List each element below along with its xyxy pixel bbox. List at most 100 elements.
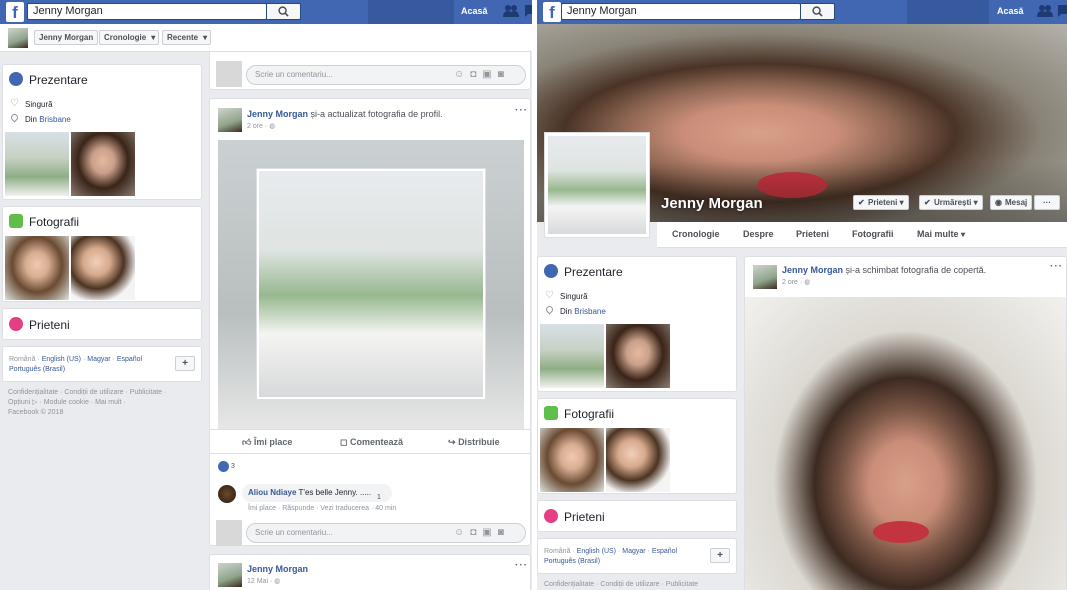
nav-profile-strip[interactable] xyxy=(368,0,454,24)
search-input[interactable]: Jenny Morgan xyxy=(27,3,267,20)
tab-friends[interactable]: Prieteni xyxy=(796,229,829,239)
add-language-button[interactable]: + xyxy=(710,548,730,563)
top-bar: f Jenny Morgan Acasă xyxy=(537,0,1067,24)
friends-icon xyxy=(9,317,23,331)
hometown-link[interactable]: Brisbane xyxy=(39,115,71,124)
add-language-button[interactable]: + xyxy=(175,356,195,371)
comment-button[interactable]: ◻ Comentează xyxy=(340,437,403,448)
post-options-icon[interactable]: ··· xyxy=(1050,261,1063,272)
profile-photo[interactable] xyxy=(256,168,486,400)
comment-actions[interactable]: Îmi place · Răspunde · Vezi traducerea ·… xyxy=(248,505,396,512)
hometown-link[interactable]: Brisbane xyxy=(574,307,606,316)
footer-links[interactable]: Confidențialitate · Condiții de utilizar… xyxy=(8,388,166,418)
post-timestamp[interactable]: 2 ore xyxy=(782,279,798,286)
follow-button[interactable]: ✔ Urmărești ▾ xyxy=(919,195,983,210)
more-options-button[interactable]: ··· xyxy=(1034,195,1060,210)
photo-thumb-2[interactable] xyxy=(606,428,670,492)
language-link-es[interactable]: Español xyxy=(652,548,677,555)
footer-links[interactable]: Confidențialitate · Condiții de utilizar… xyxy=(544,580,698,590)
profile-thumbnail[interactable] xyxy=(8,28,28,48)
language-link-hu[interactable]: Magyar xyxy=(622,548,645,555)
search-input[interactable]: Jenny Morgan xyxy=(561,3,801,20)
location-pin-icon xyxy=(9,112,20,123)
share-button[interactable]: ↪ Distribuie xyxy=(448,437,500,448)
post-time[interactable]: 12 Mai · ◍ xyxy=(247,577,280,585)
comment-like-count[interactable]: 1 xyxy=(377,494,381,501)
language-link-pt[interactable]: Português (Brasil) xyxy=(9,366,65,373)
friend-requests-icon[interactable] xyxy=(1037,4,1053,18)
share-icon: ↪ xyxy=(448,437,456,447)
post-author-avatar[interactable] xyxy=(218,108,242,132)
subnav-recent-button[interactable]: Recente ▾ xyxy=(162,30,212,45)
friends-card: Prieteni xyxy=(2,308,202,340)
post-time[interactable]: 2 ore · ◍ xyxy=(782,278,810,286)
messages-icon[interactable] xyxy=(1057,4,1067,18)
post-timestamp[interactable]: 12 Mai xyxy=(247,578,268,585)
like-button[interactable]: 👍︎ Îmi place xyxy=(242,437,292,448)
footer-line-1[interactable]: Confidențialitate · Condiții de utilizar… xyxy=(8,388,166,398)
facebook-logo-icon[interactable]: f xyxy=(543,2,561,22)
photos-title: Fotografii xyxy=(564,407,615,421)
language-link-en[interactable]: English (US) xyxy=(577,548,616,555)
relationship-status: Singură xyxy=(25,100,53,109)
globe-icon xyxy=(544,264,558,278)
intro-photo-2[interactable] xyxy=(71,132,135,196)
globe-icon xyxy=(9,72,23,86)
language-list: Română · English (US) · Magyar · Español… xyxy=(544,548,678,565)
nav-profile-strip[interactable] xyxy=(907,0,989,24)
photos-title: Fotografii xyxy=(29,215,80,229)
comment-tools-icons[interactable]: ☺◘▣◙ xyxy=(454,69,510,80)
right-screenshot: f Jenny Morgan Acasă Jenny Morgan ✔ Priet… xyxy=(537,0,1067,590)
comment-author-avatar[interactable] xyxy=(218,485,236,503)
facebook-logo-icon[interactable]: f xyxy=(6,2,24,22)
post-author-avatar[interactable] xyxy=(753,265,777,289)
tab-timeline[interactable]: Cronologie xyxy=(672,229,720,239)
search-button[interactable] xyxy=(801,3,835,20)
comment-author-name[interactable]: Aliou Ndiaye xyxy=(248,488,296,497)
language-link-en[interactable]: English (US) xyxy=(42,356,81,363)
language-link-es[interactable]: Español xyxy=(117,356,142,363)
message-button[interactable]: ◉ Mesaj xyxy=(990,195,1033,210)
nav-home-link[interactable]: Acasă xyxy=(461,6,488,16)
tab-more[interactable]: Mai multe ▾ xyxy=(917,229,965,239)
tab-about[interactable]: Despre xyxy=(743,229,774,239)
messages-icon[interactable] xyxy=(524,4,532,18)
left-screenshot: f Jenny Morgan Acasă Jenny Morgan Cronol… xyxy=(0,0,532,590)
tab-photos[interactable]: Fotografii xyxy=(852,229,894,239)
post-author-name[interactable]: Jenny Morgan xyxy=(247,564,308,574)
language-link-pt[interactable]: Português (Brasil) xyxy=(544,558,600,565)
post-author-link[interactable]: Jenny Morgan xyxy=(782,265,843,275)
hometown-row: Din Brisbane xyxy=(560,307,606,316)
post-options-icon[interactable]: ··· xyxy=(515,560,528,571)
intro-photo-1[interactable] xyxy=(5,132,69,196)
subnav-timeline-button[interactable]: Cronologie ▾ xyxy=(99,30,160,45)
post-author-link[interactable]: Jenny Morgan xyxy=(247,109,308,119)
search-icon xyxy=(278,6,289,17)
intro-photo-1[interactable] xyxy=(540,324,604,388)
search-button[interactable] xyxy=(267,3,301,20)
tab-more-label: Mai multe xyxy=(917,229,959,239)
chevron-down-icon: ▾ xyxy=(961,230,966,239)
intro-photo-2[interactable] xyxy=(606,324,670,388)
post-time[interactable]: 2 ore · ◍ xyxy=(247,122,275,130)
footer-line-2[interactable]: Opțiuni ▷ · Module cookie · Mai mult · xyxy=(8,398,166,408)
photo-thumb-1[interactable] xyxy=(540,428,604,492)
subnav-timeline-label: Cronologie xyxy=(104,33,147,42)
language-link-hu[interactable]: Magyar xyxy=(87,356,110,363)
commenter-avatar xyxy=(216,61,242,87)
friends-button[interactable]: ✔ Prieteni ▾ xyxy=(853,195,909,210)
post-author-avatar[interactable] xyxy=(218,563,242,587)
photo-thumb-2[interactable] xyxy=(71,236,135,300)
post-timestamp[interactable]: 2 ore xyxy=(247,123,263,130)
subnav-name-button[interactable]: Jenny Morgan xyxy=(34,30,99,45)
friend-requests-icon[interactable] xyxy=(503,4,519,18)
photo-thumb-1[interactable] xyxy=(5,236,69,300)
reactions-count[interactable]: 3 xyxy=(231,463,235,470)
post-options-icon[interactable]: ··· xyxy=(515,105,528,116)
comment-tools-icons[interactable]: ☺◘▣◙ xyxy=(454,527,510,538)
nav-home-link[interactable]: Acasă xyxy=(997,6,1024,16)
profile-photo-image xyxy=(259,171,483,397)
profile-picture[interactable] xyxy=(544,132,650,238)
new-cover-photo[interactable] xyxy=(745,297,1066,590)
post-2: Jenny Morgan 12 Mai · ◍ ··· xyxy=(209,554,531,590)
